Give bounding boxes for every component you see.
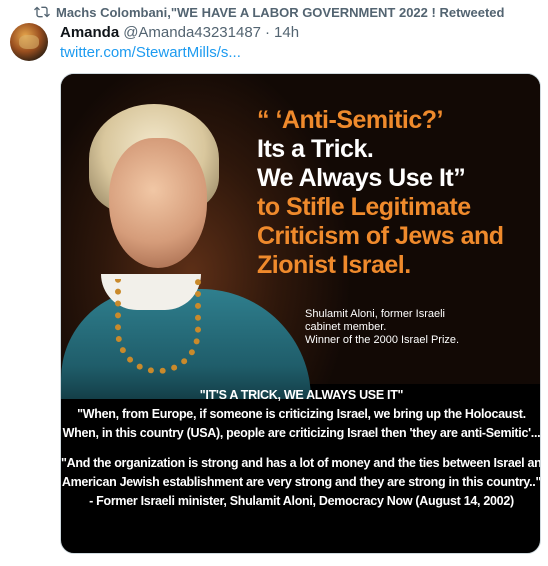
quote-line: to Stifle Legitimate	[257, 193, 471, 221]
tweet-link[interactable]: twitter.com/StewartMills/s...	[60, 44, 241, 61]
retweet-context: Machs Colombani,"WE HAVE A LABOR GOVERNM…	[34, 3, 504, 21]
credit-line: cabinet member.	[305, 321, 387, 333]
photo-necklace	[115, 279, 201, 374]
quote-line: Zionist Israel.	[257, 251, 411, 279]
avatar[interactable]	[10, 23, 48, 61]
caption-line: - Former Israeli minister, Shulamit Alon…	[89, 494, 514, 508]
caption-line: "IT'S A TRICK, WE ALWAYS USE IT"	[199, 388, 404, 402]
meta-separator: ·	[265, 23, 271, 41]
photo-face	[109, 138, 207, 268]
quote-line: We Always Use It”	[257, 164, 466, 192]
image-quote: “ ‘Anti-Semitic?’ Its a Trick. We Always…	[257, 106, 540, 280]
image-caption: "IT'S A TRICK, WE ALWAYS USE IT" "When, …	[61, 386, 541, 511]
quote-line: Criticism of Jews and	[257, 222, 504, 250]
image-credit: Shulamit Aloni, former Israeli cabinet m…	[305, 308, 525, 347]
caption-line: American Jewish establishment are very s…	[61, 475, 541, 489]
retweet-label[interactable]: Machs Colombani,"WE HAVE A LABOR GOVERNM…	[56, 5, 504, 20]
caption-line: When, in this country (USA), people are …	[62, 426, 541, 440]
tweet-header: Amanda @Amanda43231487 · 14h	[60, 23, 299, 41]
tweet-image[interactable]: “ ‘Anti-Semitic?’ Its a Trick. We Always…	[60, 73, 541, 554]
credit-line: Winner of the 2000 Israel Prize.	[305, 334, 460, 346]
caption-line: "When, from Europe, if someone is critic…	[77, 407, 526, 421]
retweet-icon	[34, 6, 50, 18]
tweet-time[interactable]: 14h	[274, 24, 299, 41]
quote-line: “ ‘Anti-Semitic?’	[257, 106, 443, 134]
credit-line: Shulamit Aloni, former Israeli	[305, 308, 445, 320]
quote-line: Its a Trick.	[257, 135, 374, 163]
caption-line: "And the organization is strong and has …	[61, 456, 541, 470]
author-handle[interactable]: @Amanda43231487	[123, 24, 261, 41]
author-name[interactable]: Amanda	[60, 24, 119, 41]
